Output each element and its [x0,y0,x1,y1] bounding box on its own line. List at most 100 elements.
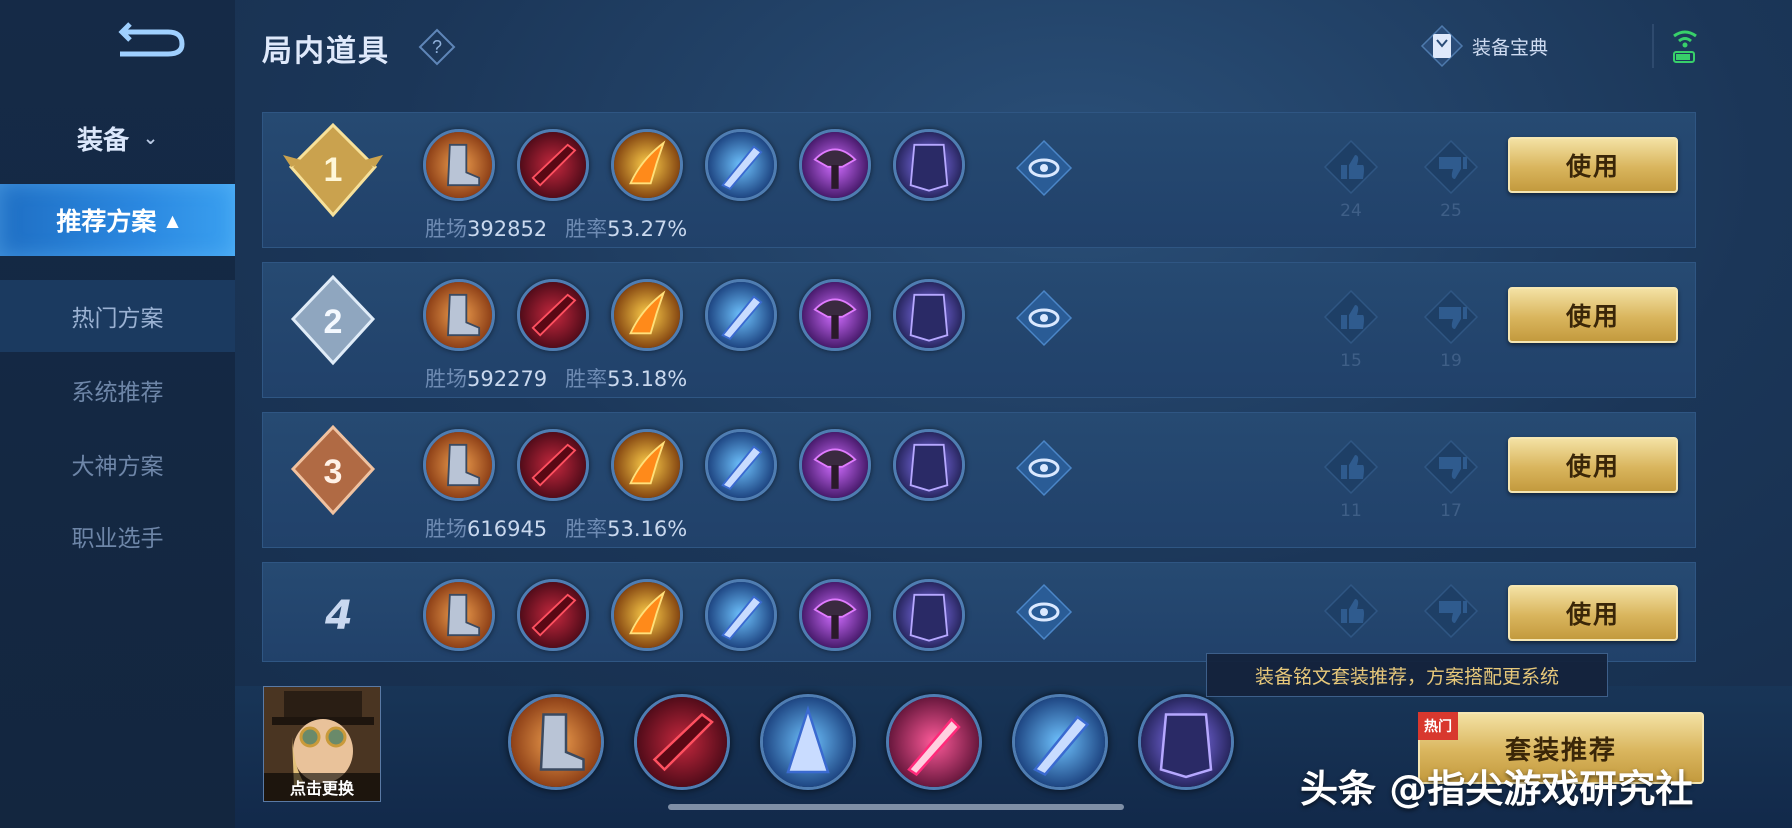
thumbs-down-icon[interactable] [1423,289,1479,345]
thumbs-up-icon[interactable] [1323,289,1379,345]
purple-axe-icon[interactable] [799,429,871,501]
item-set [423,579,965,651]
scrollbar[interactable] [668,804,1124,810]
purple-axe-icon[interactable] [799,279,871,351]
thumbs-up-icon[interactable] [1323,439,1379,495]
help-icon[interactable]: ? [418,28,456,66]
purple-armor-icon[interactable] [893,429,965,501]
eye-icon[interactable] [1015,289,1073,347]
eye-icon[interactable] [1015,139,1073,197]
dislikes-count: 25 [1440,201,1462,221]
rate-value: 53.16% [607,517,688,541]
boots-icon[interactable] [423,579,495,651]
likes-count: 15 [1340,351,1362,371]
bronze-rank-badge-icon: 3 [283,423,383,523]
wins-label: 胜场 [425,367,467,391]
likes-count: 11 [1340,501,1362,521]
boots-icon[interactable] [423,129,495,201]
red-blade-icon[interactable] [517,579,589,651]
item-set [423,279,965,351]
plan-row-2: 2 胜场592279 胜率53.18% 15 19 使用 [262,262,1696,398]
suit-tooltip: 装备铭文套装推荐，方案搭配更系统 [1206,653,1608,697]
wins-label: 胜场 [425,217,467,241]
likes-count: 24 [1340,201,1362,221]
dislikes-count: 19 [1440,351,1462,371]
item-set [423,129,965,201]
hero-portrait[interactable]: 点击更换 [263,686,381,802]
purple-armor-icon[interactable] [893,579,965,651]
thumbs-up-icon[interactable] [1323,583,1379,639]
sidebar-item-label: 推荐方案 [56,207,157,236]
back-button[interactable] [110,20,190,64]
boots-icon[interactable] [423,279,495,351]
blue-spear-icon[interactable] [705,579,777,651]
fire-wing-icon[interactable] [611,429,683,501]
purple-armor-icon[interactable] [893,279,965,351]
dislikes-count: 17 [1440,501,1462,521]
red-blade-icon[interactable] [517,129,589,201]
boots-icon[interactable] [508,694,604,790]
blue-spear-icon[interactable] [760,694,856,790]
plan-stats: 胜场616945 胜率53.16% [425,513,687,543]
blue-spear-icon[interactable] [705,279,777,351]
use-button[interactable]: 使用 [1508,137,1678,193]
blue-spear-icon[interactable] [705,429,777,501]
svg-text:3: 3 [324,453,343,491]
sidebar-item-system[interactable]: 系统推荐 [0,354,235,426]
plan-stats: 胜场592279 胜率53.18% [425,363,687,393]
use-button[interactable]: 使用 [1508,437,1678,493]
chevron-up-icon: ▲ [166,210,179,230]
wifi-battery-icon [1670,26,1700,66]
svg-text:?: ? [432,37,442,57]
book-icon [1420,24,1464,68]
thumbs-down-icon[interactable] [1423,439,1479,495]
red-blade-icon[interactable] [517,279,589,351]
plan-stats: 胜场392852 胜率53.27% [425,213,687,243]
purple-axe-icon[interactable] [799,579,871,651]
sidebar-item-pro[interactable]: 职业选手 [0,500,235,572]
chevron-down-icon: ⌄ [142,127,159,149]
purple-armor-icon[interactable] [893,129,965,201]
plan-row-1: 1 胜场392852 胜率53.27% 24 25 使用 [262,112,1696,248]
rate-value: 53.18% [607,367,688,391]
sidebar-item-recommended[interactable]: 推荐方案 ▲ [0,184,235,256]
pink-staff-icon[interactable] [886,694,982,790]
purple-armor-icon[interactable] [1138,694,1234,790]
blue-spear-icon[interactable] [705,129,777,201]
sidebar-item-label: 系统推荐 [71,380,164,406]
silver-rank-badge-icon: 2 [283,273,383,373]
codex-button[interactable]: 装备宝典 [1420,24,1548,68]
rate-label: 胜率 [565,517,608,541]
red-blade-icon[interactable] [634,694,730,790]
current-item-set [508,694,1234,790]
sidebar-item-popular[interactable]: 热门方案 [0,280,235,352]
sidebar-item-label: 热门方案 [71,306,164,332]
boots-icon[interactable] [423,429,495,501]
fire-wing-icon[interactable] [611,579,683,651]
sidebar-item-label: 大神方案 [71,454,164,480]
wins-label: 胜场 [425,517,467,541]
hero-caption: 点击更换 [264,773,380,801]
thumbs-down-icon[interactable] [1423,139,1479,195]
watermark: 头条 @指尖游戏研究社 [1300,767,1694,811]
rate-label: 胜率 [565,367,608,391]
wins-value: 592279 [467,367,548,391]
fire-wing-icon[interactable] [611,129,683,201]
thumbs-down-icon[interactable] [1423,583,1479,639]
use-button[interactable]: 使用 [1508,585,1678,641]
thumbs-up-icon[interactable] [1323,139,1379,195]
sidebar-item-master[interactable]: 大神方案 [0,428,235,500]
back-arrow-icon [118,22,185,57]
item-set [423,429,965,501]
nav-group-equipment[interactable]: 装备 ⌄ [0,110,235,166]
wins-value: 616945 [467,517,548,541]
use-button[interactable]: 使用 [1508,287,1678,343]
eye-icon[interactable] [1015,439,1073,497]
blue-spear-icon[interactable] [1012,694,1108,790]
fire-wing-icon[interactable] [611,279,683,351]
wins-value: 392852 [467,217,548,241]
purple-axe-icon[interactable] [799,129,871,201]
red-blade-icon[interactable] [517,429,589,501]
eye-icon[interactable] [1015,583,1073,641]
sidebar-item-label: 职业选手 [71,526,164,552]
